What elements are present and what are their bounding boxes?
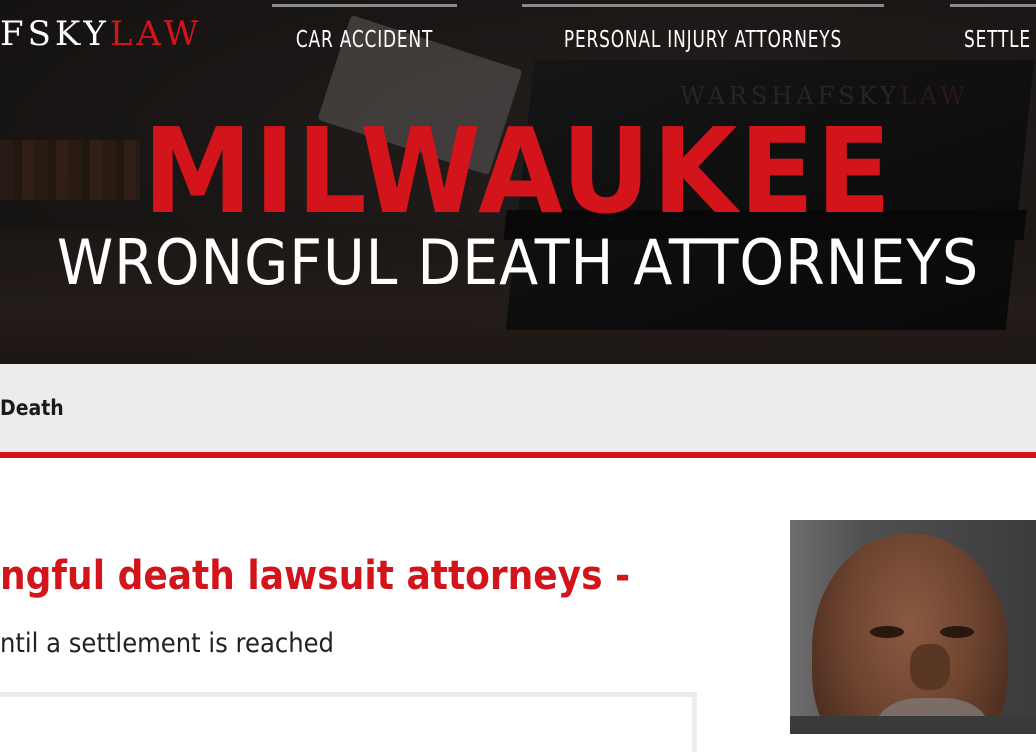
nav-item-settlements[interactable]: SETTLE <box>950 4 1036 64</box>
video-thumbnail[interactable] <box>790 520 1036 734</box>
nav-label: PERSONAL INJURY ATTORNEYS <box>563 27 843 53</box>
page-heading: ngful death lawsuit attorneys - <box>0 553 631 600</box>
breadcrumb-current: Death <box>0 396 64 420</box>
hero-banner: WARSHAFSKYLAW FSKYLAW CAR ACCIDENT PERSO… <box>0 0 1036 364</box>
person-shirt <box>790 716 1036 734</box>
hero-subtitle: WRONGFUL DEATH ATTORNEYS <box>56 226 980 299</box>
divider-red <box>0 452 1036 458</box>
nav-item-car-accident[interactable]: CAR ACCIDENT <box>272 4 457 64</box>
nav-label: SETTLE <box>964 27 1031 53</box>
main-nav: CAR ACCIDENT PERSONAL INJURY ATTORNEYS S… <box>0 0 1036 80</box>
content-box <box>0 692 697 752</box>
nav-item-personal-injury[interactable]: PERSONAL INJURY ATTORNEYS <box>522 4 884 64</box>
body-text: ntil a settlement is reached <box>0 628 334 659</box>
breadcrumb: Death <box>0 364 1036 452</box>
nav-label: CAR ACCIDENT <box>295 27 434 53</box>
person-eye-right <box>940 626 974 638</box>
person-nose <box>910 644 950 690</box>
person-eye-left <box>870 626 904 638</box>
hero-city-title: MILWAUKEE <box>143 102 893 240</box>
